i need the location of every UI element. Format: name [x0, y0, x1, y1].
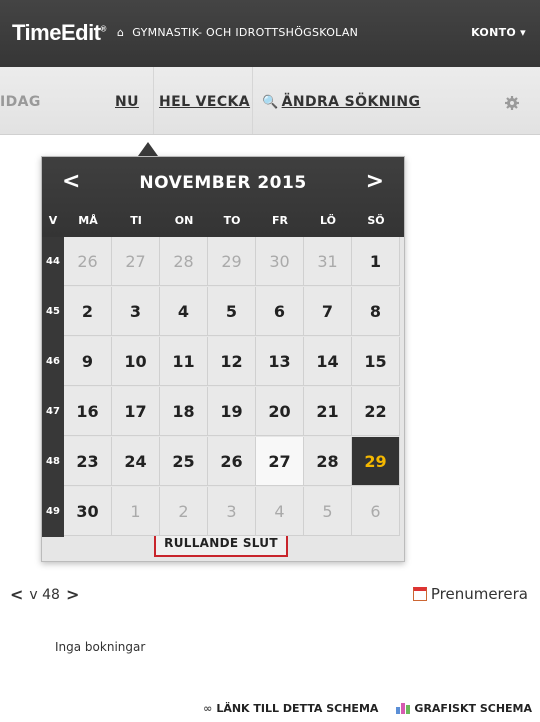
calendar-day[interactable]: 1: [352, 237, 400, 286]
subscribe-button[interactable]: Prenumerera: [412, 585, 528, 603]
calendar-day[interactable]: 28: [160, 237, 208, 286]
calendar-day[interactable]: 7: [304, 287, 352, 336]
week-number: 48: [46, 456, 60, 467]
calendar-day[interactable]: 1: [112, 487, 160, 536]
calendar-day[interactable]: 3: [112, 287, 160, 336]
nav-idag[interactable]: IDAG: [0, 94, 41, 110]
week-number: 44: [46, 256, 60, 267]
school-link[interactable]: ⌂ GYMNASTIK- OCH IDROTTSHÖGSKOLAN: [117, 26, 358, 39]
calendar-day[interactable]: 19: [208, 387, 256, 436]
calendar-day[interactable]: 24: [112, 437, 160, 486]
popup-pointer: [138, 142, 158, 156]
calendar-month-title: NOVEMBER 2015: [139, 173, 307, 193]
link-to-schedule-label: LÄNK TILL DETTA SCHEMA: [216, 702, 379, 715]
prev-week-button[interactable]: <: [10, 585, 23, 604]
school-name: GYMNASTIK- OCH IDROTTSHÖGSKOLAN: [132, 26, 359, 39]
week-label: v 48: [29, 586, 60, 603]
weekday-header: SÖ: [367, 214, 385, 227]
search-icon: 🔍: [262, 95, 279, 110]
timeedit-logo[interactable]: TimeEdit®: [12, 20, 106, 46]
graphic-schedule-link[interactable]: GRAFISKT SCHEMA: [396, 702, 532, 715]
nav-divider: [153, 67, 154, 134]
calendar-day[interactable]: 27: [112, 237, 160, 286]
calendar-day[interactable]: 4: [160, 287, 208, 336]
calendar-day[interactable]: 6: [352, 487, 400, 536]
calendar-day[interactable]: 5: [304, 487, 352, 536]
calendar-day[interactable]: 30: [256, 237, 304, 286]
week-number-column: 44 45 46 47 48 49: [42, 237, 64, 537]
bar-chart-icon: [396, 703, 411, 714]
calendar-day[interactable]: 11: [160, 337, 208, 386]
calendar-day[interactable]: 2: [64, 287, 112, 336]
calendar-day[interactable]: 17: [112, 387, 160, 436]
calendar-day[interactable]: 20: [256, 387, 304, 436]
calendar-day[interactable]: 31: [304, 237, 352, 286]
nav-bar: IDAG NU HEL VECKA 🔍 ÄNDRA SÖKNING: [0, 67, 540, 135]
weekday-header: ON: [174, 214, 194, 227]
nav-nu[interactable]: NU: [115, 94, 139, 110]
top-bar: TimeEdit® ⌂ GYMNASTIK- OCH IDROTTSHÖGSKO…: [0, 0, 540, 67]
logo-mark: ®: [100, 24, 107, 34]
calendar-icon: [412, 587, 427, 601]
calendar-day[interactable]: 15: [352, 337, 400, 386]
calendar-day[interactable]: 12: [208, 337, 256, 386]
subscribe-label: Prenumerera: [430, 585, 528, 603]
weekday-header: FR: [272, 214, 288, 227]
calendar-day[interactable]: 3: [208, 487, 256, 536]
week-number: 45: [46, 306, 60, 317]
calendar-day[interactable]: 4: [256, 487, 304, 536]
gear-icon[interactable]: [504, 95, 520, 111]
calendar-day[interactable]: 26: [64, 237, 112, 286]
home-icon: ⌂: [117, 26, 125, 39]
calendar-day[interactable]: 9: [64, 337, 112, 386]
calendar-day[interactable]: 10: [112, 337, 160, 386]
empty-bookings-message: Inga bokningar: [55, 640, 146, 654]
week-number: 47: [46, 406, 60, 417]
calendar-day-selected[interactable]: 29: [352, 437, 400, 486]
week-column-header: V: [48, 214, 58, 227]
week-number: 46: [46, 356, 60, 367]
calendar-day-today[interactable]: 27: [256, 437, 304, 486]
nav-hel-vecka[interactable]: HEL VECKA: [159, 94, 250, 110]
footer-links: ∞ LÄNK TILL DETTA SCHEMA GRAFISKT SCHEMA: [203, 702, 532, 715]
weekday-header: LÖ: [320, 214, 336, 227]
week-number: 49: [46, 506, 60, 517]
calendar-day[interactable]: 28: [304, 437, 352, 486]
weekday-header: MÅ: [78, 214, 98, 227]
calendar-day[interactable]: 6: [256, 287, 304, 336]
next-month-button[interactable]: >: [366, 169, 384, 194]
nav-divider: [252, 67, 253, 134]
graphic-schedule-label: GRAFISKT SCHEMA: [414, 702, 532, 715]
calendar-day[interactable]: 23: [64, 437, 112, 486]
calendar-day[interactable]: 22: [352, 387, 400, 436]
calendar-day[interactable]: 2: [160, 487, 208, 536]
calendar-day[interactable]: 13: [256, 337, 304, 386]
nav-andra-sokning-label: ÄNDRA SÖKNING: [281, 94, 421, 110]
calendar-day[interactable]: 14: [304, 337, 352, 386]
calendar-day[interactable]: 26: [208, 437, 256, 486]
weekday-header: TI: [130, 214, 142, 227]
calendar-day[interactable]: 18: [160, 387, 208, 436]
account-menu[interactable]: KONTO ▾: [471, 26, 526, 39]
calendar-day[interactable]: 21: [304, 387, 352, 436]
calendar-day[interactable]: 8: [352, 287, 400, 336]
calendar-day[interactable]: 25: [160, 437, 208, 486]
week-navigation: < v 48 >: [10, 585, 79, 604]
logo-text: TimeEdit: [12, 20, 101, 45]
calendar-day[interactable]: 16: [64, 387, 112, 436]
next-week-button[interactable]: >: [66, 585, 79, 604]
date-picker: < NOVEMBER 2015 > V MÅ TI ON TO FR LÖ SÖ 44 45 4…: [41, 156, 405, 562]
calendar-header: < NOVEMBER 2015 > V MÅ TI ON TO FR LÖ SÖ: [42, 157, 404, 237]
nav-andra-sokning[interactable]: 🔍 ÄNDRA SÖKNING: [262, 94, 420, 110]
link-to-schedule[interactable]: ∞ LÄNK TILL DETTA SCHEMA: [203, 702, 378, 715]
calendar-day[interactable]: 30: [64, 487, 112, 536]
calendar-day[interactable]: 5: [208, 287, 256, 336]
weekday-header: TO: [223, 214, 241, 227]
calendar-day[interactable]: 29: [208, 237, 256, 286]
chain-link-icon: ∞: [203, 702, 213, 715]
